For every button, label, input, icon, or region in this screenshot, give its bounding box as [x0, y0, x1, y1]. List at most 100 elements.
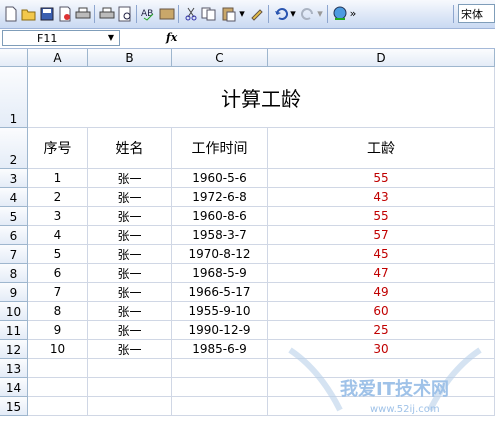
print-preview-icon[interactable] [98, 5, 115, 22]
cell-start-date[interactable]: 1972-6-8 [172, 188, 268, 207]
cell-years[interactable]: 60 [268, 302, 495, 321]
cell-years[interactable]: 55 [268, 207, 495, 226]
row-header-7[interactable]: 7 [0, 245, 28, 264]
cell-start-date[interactable]: 1958-3-7 [172, 226, 268, 245]
cell-start-date[interactable]: 1990-12-9 [172, 321, 268, 340]
cell-seq[interactable]: 10 [28, 340, 88, 359]
cell-seq[interactable]: 7 [28, 283, 88, 302]
header-name[interactable]: 姓名 [88, 128, 172, 169]
row-header-11[interactable]: 11 [0, 321, 28, 340]
cell-years[interactable] [268, 359, 495, 378]
row-header-2[interactable]: 2 [0, 128, 28, 169]
cell-start-date[interactable]: 1966-5-17 [172, 283, 268, 302]
cell-start-date[interactable]: 1960-8-6 [172, 207, 268, 226]
permission-icon[interactable] [56, 5, 73, 22]
cell-name[interactable]: 张一 [88, 340, 172, 359]
cell-start-date[interactable] [172, 378, 268, 397]
cell-name[interactable] [88, 397, 172, 416]
row-header-5[interactable]: 5 [0, 207, 28, 226]
research-book-icon[interactable] [158, 5, 175, 22]
cell-years[interactable]: 30 [268, 340, 495, 359]
cell-seq[interactable] [28, 378, 88, 397]
cell-name[interactable] [88, 359, 172, 378]
cell-name[interactable]: 张一 [88, 245, 172, 264]
chevron-down-icon[interactable]: ▼ [103, 31, 119, 45]
undo-icon[interactable] [272, 5, 289, 22]
cell-name[interactable]: 张一 [88, 169, 172, 188]
row-header-10[interactable]: 10 [0, 302, 28, 321]
header-start-date[interactable]: 工作时间 [172, 128, 268, 169]
column-header-a[interactable]: A [28, 49, 88, 67]
cell-name[interactable] [88, 378, 172, 397]
cell-start-date[interactable] [172, 359, 268, 378]
header-seq[interactable]: 序号 [28, 128, 88, 169]
cell-seq[interactable]: 9 [28, 321, 88, 340]
select-all-corner[interactable] [0, 49, 28, 67]
cell-start-date[interactable] [172, 397, 268, 416]
row-header-1[interactable]: 1 [0, 67, 28, 128]
copy-icon[interactable] [200, 5, 217, 22]
cell-name[interactable]: 张一 [88, 302, 172, 321]
hyperlink-icon[interactable] [331, 5, 348, 22]
open-icon[interactable] [20, 5, 37, 22]
cell-seq[interactable] [28, 397, 88, 416]
cell-name[interactable]: 张一 [88, 283, 172, 302]
redo-icon[interactable] [299, 5, 316, 22]
cell-seq[interactable]: 6 [28, 264, 88, 283]
spelling-icon[interactable] [116, 5, 133, 22]
cell-years[interactable]: 49 [268, 283, 495, 302]
format-painter-icon[interactable] [248, 5, 265, 22]
cell-start-date[interactable]: 1970-8-12 [172, 245, 268, 264]
cell-name[interactable]: 张一 [88, 207, 172, 226]
cell-start-date[interactable]: 1968-5-9 [172, 264, 268, 283]
row-header-13[interactable]: 13 [0, 359, 28, 378]
row-header-12[interactable]: 12 [0, 340, 28, 359]
header-years[interactable]: 工龄 [268, 128, 495, 169]
formula-input[interactable] [182, 30, 492, 46]
cell-years[interactable]: 45 [268, 245, 495, 264]
cell-seq[interactable]: 8 [28, 302, 88, 321]
save-icon[interactable] [38, 5, 55, 22]
column-header-b[interactable]: B [88, 49, 172, 67]
font-name-box[interactable]: 宋体 [458, 4, 495, 23]
cell-years[interactable] [268, 397, 495, 416]
cell-years[interactable]: 25 [268, 321, 495, 340]
cell-years[interactable]: 57 [268, 226, 495, 245]
row-header-9[interactable]: 9 [0, 283, 28, 302]
new-icon[interactable] [2, 5, 19, 22]
cell-name[interactable]: 张一 [88, 188, 172, 207]
cell-years[interactable] [268, 378, 495, 397]
cell-name[interactable]: 张一 [88, 264, 172, 283]
row-header-14[interactable]: 14 [0, 378, 28, 397]
cell-seq[interactable]: 5 [28, 245, 88, 264]
insert-function-icon[interactable]: fx [166, 31, 177, 44]
row-header-15[interactable]: 15 [0, 397, 28, 416]
toolbar-options-icon[interactable]: » [349, 5, 357, 22]
name-box[interactable]: F11 ▼ [2, 30, 120, 46]
row-header-6[interactable]: 6 [0, 226, 28, 245]
undo-dropdown-icon[interactable]: ▾ [289, 5, 297, 22]
sheet-title[interactable]: 计算工龄 [28, 67, 495, 128]
cell-seq[interactable]: 1 [28, 169, 88, 188]
row-header-4[interactable]: 4 [0, 188, 28, 207]
cell-start-date[interactable]: 1955-9-10 [172, 302, 268, 321]
cell-start-date[interactable]: 1985-6-9 [172, 340, 268, 359]
row-header-3[interactable]: 3 [0, 169, 28, 188]
column-header-d[interactable]: D [268, 49, 495, 67]
cut-icon[interactable] [182, 5, 199, 22]
cell-start-date[interactable]: 1960-5-6 [172, 169, 268, 188]
cell-seq[interactable]: 4 [28, 226, 88, 245]
cell-years[interactable]: 47 [268, 264, 495, 283]
row-header-8[interactable]: 8 [0, 264, 28, 283]
paste-dropdown-icon[interactable]: ▾ [238, 5, 246, 22]
cell-name[interactable]: 张一 [88, 321, 172, 340]
column-header-c[interactable]: C [172, 49, 268, 67]
research-icon[interactable]: AB [140, 5, 157, 22]
cell-seq[interactable] [28, 359, 88, 378]
cell-seq[interactable]: 3 [28, 207, 88, 226]
cell-years[interactable]: 43 [268, 188, 495, 207]
paste-icon[interactable] [220, 5, 237, 22]
print-icon[interactable] [74, 5, 91, 22]
cell-years[interactable]: 55 [268, 169, 495, 188]
cell-seq[interactable]: 2 [28, 188, 88, 207]
